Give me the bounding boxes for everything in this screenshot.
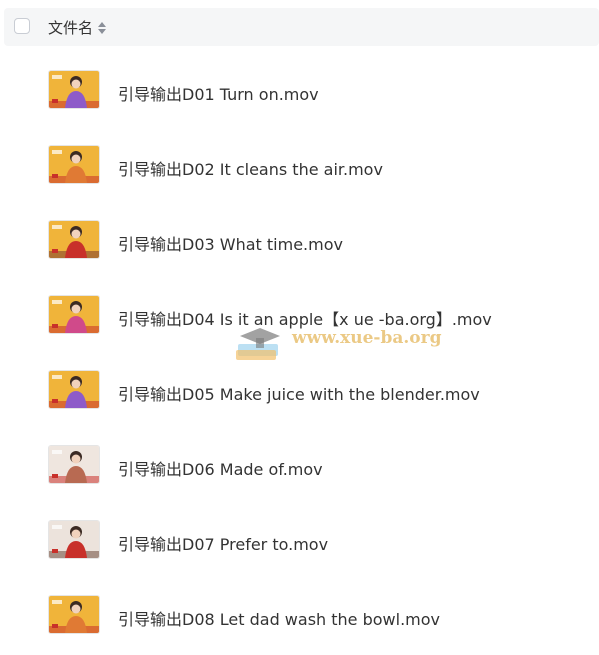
- file-name[interactable]: 引导输出D03 What time.mov: [118, 231, 343, 255]
- file-name[interactable]: 引导输出D01 Turn on.mov: [118, 81, 319, 105]
- filename-column-header[interactable]: 文件名: [48, 17, 107, 38]
- file-row[interactable]: 引导输出D02 It cleans the air.mov: [0, 130, 599, 205]
- video-thumbnail[interactable]: [49, 71, 99, 108]
- file-name[interactable]: 引导输出D02 It cleans the air.mov: [118, 156, 383, 180]
- file-name[interactable]: 引导输出D04 Is it an apple【x ue -ba.org】.mov: [118, 306, 492, 330]
- filename-column-label: 文件名: [48, 19, 94, 37]
- file-row[interactable]: 引导输出D06 Made of.mov: [0, 430, 599, 505]
- video-thumbnail[interactable]: [49, 521, 99, 558]
- file-row[interactable]: 引导输出D04 Is it an apple【x ue -ba.org】.mov: [0, 280, 599, 355]
- file-name[interactable]: 引导输出D05 Make juice with the blender.mov: [118, 381, 480, 405]
- sort-icon[interactable]: [97, 20, 107, 36]
- file-list-header: 文件名: [4, 8, 599, 46]
- file-name[interactable]: 引导输出D08 Let dad wash the bowl.mov: [118, 606, 440, 630]
- select-all-checkbox[interactable]: [14, 18, 30, 34]
- file-name[interactable]: 引导输出D06 Made of.mov: [118, 456, 323, 480]
- file-row[interactable]: 引导输出D05 Make juice with the blender.mov: [0, 355, 599, 430]
- video-thumbnail[interactable]: [49, 146, 99, 183]
- file-row[interactable]: 引导输出D03 What time.mov: [0, 205, 599, 280]
- file-name[interactable]: 引导输出D07 Prefer to.mov: [118, 531, 328, 555]
- video-thumbnail[interactable]: [49, 221, 99, 258]
- video-thumbnail[interactable]: [49, 446, 99, 483]
- file-row[interactable]: 引导输出D08 Let dad wash the bowl.mov: [0, 580, 599, 655]
- video-thumbnail[interactable]: [49, 296, 99, 333]
- file-row[interactable]: 引导输出D01 Turn on.mov: [0, 55, 599, 130]
- video-thumbnail[interactable]: [49, 596, 99, 633]
- file-row[interactable]: 引导输出D07 Prefer to.mov: [0, 505, 599, 580]
- video-thumbnail[interactable]: [49, 371, 99, 408]
